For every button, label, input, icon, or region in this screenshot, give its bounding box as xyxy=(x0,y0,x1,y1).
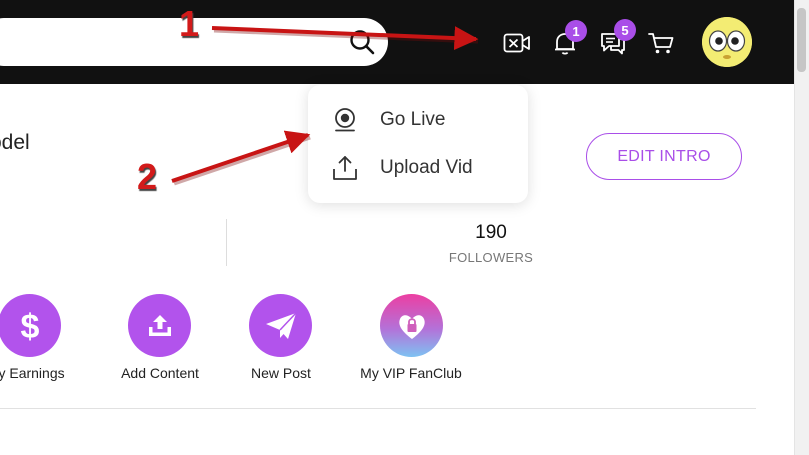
upload-tray-icon[interactable] xyxy=(128,294,191,357)
message-count-badge: 5 xyxy=(614,19,636,41)
dollar-icon[interactable]: $ xyxy=(0,294,61,357)
annotation-number-1: 1 xyxy=(179,3,200,44)
profile-name: odel xyxy=(0,131,30,154)
dropdown-item-upload-vid[interactable]: Upload Vid xyxy=(308,146,528,190)
section-divider xyxy=(0,408,756,409)
action-label: Add Content xyxy=(121,365,199,381)
webcam-icon xyxy=(330,105,360,135)
action-label: ly Earnings xyxy=(0,365,65,381)
upload-icon xyxy=(330,153,360,183)
cart-icon[interactable] xyxy=(646,28,676,58)
top-navigation-bar: 1 5 xyxy=(0,0,794,84)
annotation-arrow-2 xyxy=(171,130,311,183)
followers-count: 190 xyxy=(475,222,507,243)
action-label: My VIP FanClub xyxy=(360,365,462,381)
scrollbar-thumb[interactable] xyxy=(797,8,806,72)
edit-intro-button[interactable]: EDIT INTRO xyxy=(586,133,742,180)
stat-divider xyxy=(226,219,227,266)
heart-lock-icon[interactable] xyxy=(380,294,443,357)
svg-text:$: $ xyxy=(20,308,39,345)
dropdown-item-label: Go Live xyxy=(380,109,446,130)
avatar[interactable] xyxy=(702,17,752,67)
app-root: 1 5 del EDIT INTRO 190 FOLLOWERS $ ly Ea… xyxy=(0,0,809,455)
create-dropdown-menu: Go Live Upload Vid xyxy=(308,85,528,203)
followers-label: FOLLOWERS xyxy=(448,250,534,265)
dropdown-item-go-live[interactable]: Go Live xyxy=(308,98,528,142)
annotation-number-2: 2 xyxy=(137,156,158,197)
annotation-arrow-2-shadow xyxy=(173,134,311,186)
notification-count-badge: 1 xyxy=(565,20,587,42)
action-label: New Post xyxy=(251,365,311,381)
dropdown-item-label: Upload Vid xyxy=(380,157,473,178)
paper-plane-icon[interactable] xyxy=(249,294,312,357)
video-off-icon[interactable] xyxy=(502,28,532,58)
search-icon[interactable] xyxy=(348,28,376,56)
